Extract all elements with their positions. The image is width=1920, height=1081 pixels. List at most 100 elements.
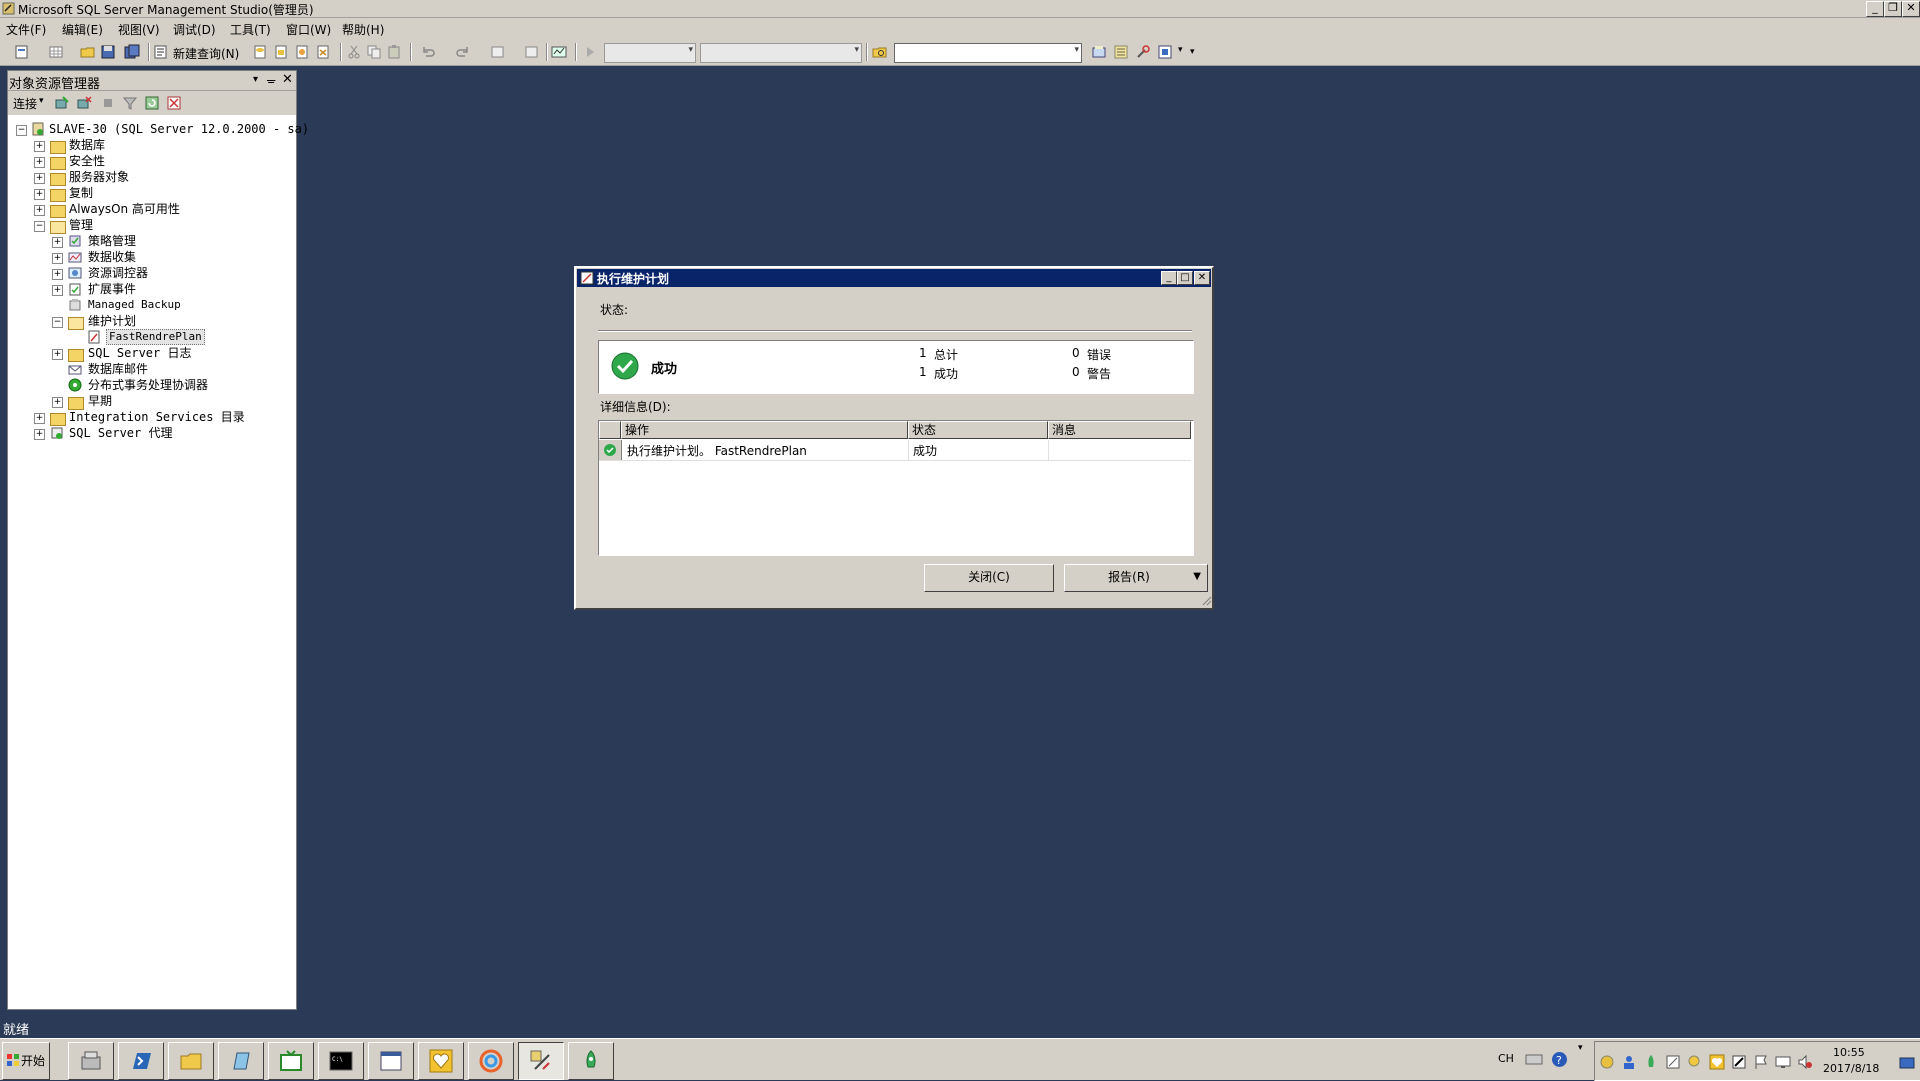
activity-monitor-icon[interactable] <box>551 44 567 60</box>
tools-icon[interactable] <box>1135 44 1151 60</box>
execute-icon[interactable] <box>582 44 598 60</box>
expand-toggle[interactable]: + <box>52 237 63 248</box>
expand-toggle[interactable]: + <box>34 141 45 152</box>
taskbar-app-cmd[interactable]: C:\ <box>318 1042 364 1080</box>
new-project-icon[interactable] <box>14 44 30 60</box>
connect-button[interactable]: 连接 <box>13 95 37 112</box>
tree-node-dtc[interactable]: 分布式事务处理协调器 <box>88 377 208 393</box>
menu-window[interactable]: 窗口(W) <box>286 21 331 38</box>
help-icon[interactable]: ? <box>1551 1051 1568 1068</box>
volume-muted-icon[interactable] <box>1797 1054 1813 1070</box>
tree-node-managed-backup[interactable]: Managed Backup <box>88 297 181 313</box>
search-tray-icon[interactable] <box>1687 1054 1703 1070</box>
tree-node-db-mail[interactable]: 数据库邮件 <box>88 361 148 377</box>
activity-report-icon[interactable] <box>166 95 182 111</box>
menu-debug[interactable]: 调试(D) <box>173 21 216 38</box>
resize-grip-icon[interactable] <box>1200 594 1212 606</box>
clock-time[interactable]: 10:55 <box>1833 1046 1865 1059</box>
keyboard-icon[interactable] <box>1525 1051 1543 1067</box>
properties-window-icon[interactable] <box>1157 44 1173 60</box>
table-row[interactable]: 执行维护计划。 FastRendrePlan 成功 <box>599 440 1191 461</box>
column-header-status[interactable]: 状态 <box>908 421 1048 439</box>
restore-button[interactable]: ❐ <box>1884 1 1902 17</box>
navigate-forward-icon[interactable] <box>523 44 539 60</box>
taskbar-app-window[interactable] <box>368 1042 414 1080</box>
disconnect-server-icon[interactable] <box>76 95 92 111</box>
expand-toggle[interactable]: − <box>52 317 63 328</box>
taskbar-app-tv[interactable] <box>268 1042 314 1080</box>
display-icon[interactable] <box>1775 1054 1791 1070</box>
panel-menu-icon[interactable]: ▾ <box>253 74 258 85</box>
report-dropdown-icon[interactable]: ▼ <box>1193 565 1201 589</box>
redo-icon[interactable] <box>455 44 471 60</box>
solution-config-combo[interactable]: ▾ <box>700 43 862 63</box>
tree-node-policy[interactable]: 策略管理 <box>88 233 136 249</box>
menu-file[interactable]: 文件(F) <box>6 21 46 38</box>
connect-server-icon[interactable] <box>54 95 70 111</box>
expand-toggle[interactable]: − <box>16 125 27 136</box>
expand-toggle[interactable]: − <box>34 221 45 232</box>
start-button[interactable]: 开始 <box>2 1042 50 1080</box>
taskbar-app-security[interactable] <box>418 1042 464 1080</box>
clock-date[interactable]: 2017/8/18 <box>1823 1062 1879 1075</box>
column-header-action[interactable]: 操作 <box>621 421 908 439</box>
input-language[interactable]: CH <box>1498 1052 1514 1065</box>
find-in-files-icon[interactable] <box>872 44 888 60</box>
expand-toggle[interactable]: + <box>52 397 63 408</box>
taskbar-app-browser[interactable] <box>468 1042 514 1080</box>
close-window-button[interactable]: ✕ <box>1902 1 1920 17</box>
tree-node-integration-services[interactable]: Integration Services 目录 <box>69 409 245 425</box>
taskbar-app-ssms[interactable] <box>518 1042 564 1080</box>
server-node[interactable]: SLAVE-30 (SQL Server 12.0.2000 - sa) <box>49 121 309 137</box>
close-panel-icon[interactable]: ✕ <box>282 72 293 87</box>
copy-icon[interactable] <box>366 44 382 60</box>
tree-node-security[interactable]: 安全性 <box>69 153 105 169</box>
network-users-icon[interactable] <box>1621 1054 1637 1070</box>
xmla-query-icon[interactable] <box>315 44 331 60</box>
tree-node-fastrendreplan[interactable]: FastRendrePlan <box>106 329 205 345</box>
tree-node-alwayson[interactable]: AlwaysOn 高可用性 <box>69 201 180 217</box>
tree-node-legacy[interactable]: 早期 <box>88 393 112 409</box>
menu-edit[interactable]: 编辑(E) <box>62 21 103 38</box>
pin-icon[interactable]: ᚚ <box>267 73 275 87</box>
menu-view[interactable]: 视图(V) <box>118 21 160 38</box>
dialog-minimize-button[interactable]: _ <box>1161 271 1177 285</box>
expand-toggle[interactable]: + <box>52 253 63 264</box>
toolbar-overflow-icon[interactable]: ▾ <box>1178 45 1183 55</box>
report-button[interactable]: 报告(R) ▼ <box>1064 564 1208 592</box>
tree-node-sql-logs[interactable]: SQL Server 日志 <box>88 345 191 361</box>
database-combo[interactable]: ▾ <box>604 43 696 63</box>
tree-node-extended-events[interactable]: 扩展事件 <box>88 281 136 297</box>
flag-icon[interactable] <box>1753 1054 1769 1070</box>
tree-node-data-collection[interactable]: 数据收集 <box>88 249 136 265</box>
expand-toggle[interactable]: + <box>34 429 45 440</box>
tree-node-maintenance-plans[interactable]: 维护计划 <box>88 313 136 329</box>
show-desktop-icon[interactable] <box>1899 1056 1915 1070</box>
edit-tray-icon[interactable] <box>1731 1054 1747 1070</box>
connect-dropdown-icon[interactable]: ▾ <box>39 96 44 106</box>
mdx-query-icon[interactable] <box>294 44 310 60</box>
open-folder-icon[interactable] <box>80 44 96 60</box>
taskbar-app-notepad[interactable] <box>218 1042 264 1080</box>
menu-help[interactable]: 帮助(H) <box>342 21 384 38</box>
dialog-maximize-button[interactable]: □ <box>1177 271 1193 285</box>
new-query-button[interactable]: 新建查询(N) <box>173 45 239 62</box>
tree-node-management[interactable]: 管理 <box>69 217 93 233</box>
tray-app-icon-1[interactable] <box>1599 1054 1615 1070</box>
cut-icon[interactable] <box>346 44 362 60</box>
tree-node-sql-agent[interactable]: SQL Server 代理 <box>69 425 172 441</box>
close-button[interactable]: 关闭(C) <box>924 564 1054 592</box>
tree-node-resource-governor[interactable]: 资源调控器 <box>88 265 148 281</box>
tray-options-icon[interactable]: ▾ <box>1578 1043 1583 1053</box>
expand-toggle[interactable]: + <box>34 189 45 200</box>
paste-icon[interactable] <box>386 44 402 60</box>
taskbar-app-powershell[interactable] <box>118 1042 164 1080</box>
expand-toggle[interactable]: + <box>52 269 63 280</box>
minimize-button[interactable]: _ <box>1866 1 1884 17</box>
refresh-icon[interactable] <box>144 95 160 111</box>
object-explorer-icon[interactable] <box>1113 44 1129 60</box>
expand-toggle[interactable]: + <box>34 413 45 424</box>
tree-node-replication[interactable]: 复制 <box>69 185 93 201</box>
dialog-close-button[interactable]: ✕ <box>1194 271 1210 285</box>
rocket-tray-icon[interactable] <box>1643 1054 1659 1070</box>
